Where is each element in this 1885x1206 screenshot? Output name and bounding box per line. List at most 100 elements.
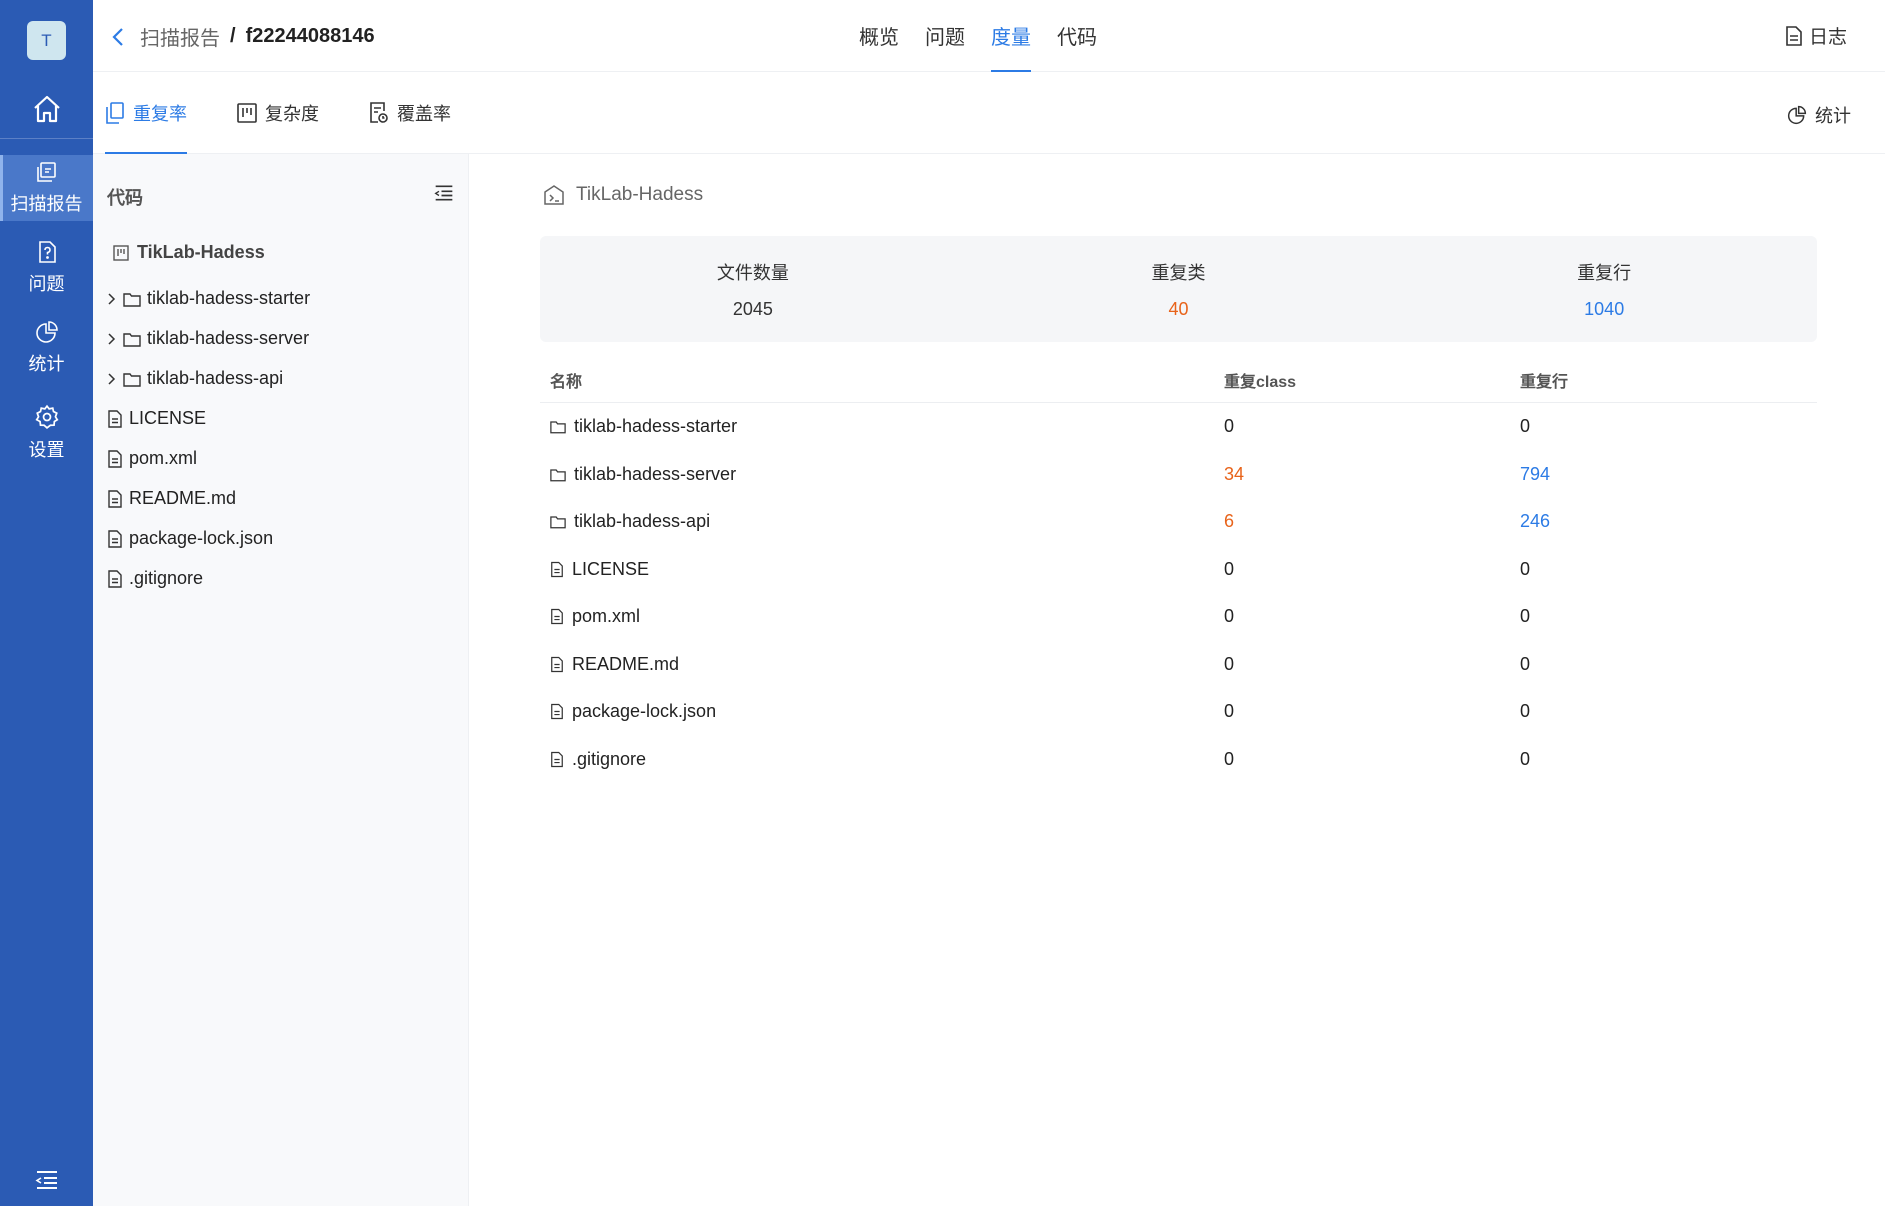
column-header-dup-class[interactable]: 重复class	[1224, 368, 1520, 392]
cell-dup-class: 0	[1224, 606, 1235, 627]
tree-item-folder[interactable]: tiklab-hadess-starter	[107, 288, 310, 309]
folder-icon	[550, 514, 566, 529]
row-name[interactable]: tiklab-hadess-server	[574, 464, 736, 485]
tree-item-file[interactable]: README.md	[107, 488, 236, 509]
tree-item-folder[interactable]: tiklab-hadess-server	[107, 328, 309, 349]
file-icon	[550, 656, 564, 673]
subtab-complexity[interactable]: 复杂度	[237, 72, 319, 154]
repo-path: TikLab-Hadess	[542, 183, 703, 207]
cell-name: tiklab-hadess-api	[540, 511, 1224, 532]
coverage-icon	[369, 102, 389, 124]
summary-value: 1040	[1584, 298, 1625, 319]
summary-label: 文件数量	[716, 262, 789, 283]
statistics-button[interactable]: 统计	[1787, 102, 1851, 128]
summary-card: 文件数量 2045 重复类 40 重复行 1040	[540, 236, 1817, 342]
log-label: 日志	[1808, 27, 1847, 48]
breadcrumb-current: f22244088146	[245, 25, 375, 47]
row-name[interactable]: LICENSE	[572, 559, 649, 580]
tree-item-file[interactable]: .gitignore	[107, 568, 203, 589]
folder-icon	[550, 467, 566, 482]
tree-item-file[interactable]: pom.xml	[107, 448, 197, 469]
file-icon	[550, 608, 564, 625]
top-tabs: 概览 问题 度量 代码	[859, 0, 1097, 72]
rail-item-label: 设置	[28, 440, 65, 460]
table-row[interactable]: LICENSE 0 0	[540, 546, 1817, 594]
tree-title: 代码	[107, 188, 143, 208]
tree-item-label: pom.xml	[129, 448, 198, 468]
avatar[interactable]: T	[27, 21, 66, 60]
menu-collapse-icon	[34, 1170, 59, 1190]
row-name[interactable]: .gitignore	[572, 749, 646, 770]
code-tree-panel: 代码 TikLab-Hadess tiklab-hadess-starter t…	[93, 154, 469, 1206]
column-header-dup-lines[interactable]: 重复行	[1520, 368, 1817, 392]
cell-name: pom.xml	[540, 606, 1224, 627]
rail-item-statistics[interactable]: 统计	[0, 315, 93, 381]
tab-issues[interactable]: 问题	[925, 0, 965, 72]
tab-metrics[interactable]: 度量	[991, 0, 1031, 72]
row-name[interactable]: pom.xml	[572, 606, 640, 627]
cell-name: README.md	[540, 654, 1224, 675]
cell-dup-lines: 0	[1520, 558, 1531, 579]
tree-item-file[interactable]: LICENSE	[107, 408, 206, 429]
rail-item-scan-report[interactable]: 扫描报告	[0, 155, 93, 221]
rail-item-label: 扫描报告	[10, 194, 83, 214]
pie-chart-icon	[35, 320, 59, 344]
table-row[interactable]: README.md 0 0	[540, 641, 1817, 689]
cell-name: LICENSE	[540, 559, 1224, 580]
collapse-tree-button[interactable]	[434, 184, 454, 202]
tree-item-folder[interactable]: tiklab-hadess-api	[107, 368, 283, 389]
main-content: TikLab-Hadess 文件数量 2045 重复类 40 重复行 1040 …	[470, 154, 1885, 1206]
home-button[interactable]	[0, 84, 93, 134]
row-name[interactable]: README.md	[572, 654, 679, 675]
table-row[interactable]: .gitignore 0 0	[540, 736, 1817, 784]
breadcrumb-parent[interactable]: 扫描报告	[140, 22, 220, 51]
table-header: 名称 重复class 重复行	[540, 358, 1817, 403]
tab-code[interactable]: 代码	[1057, 0, 1097, 72]
cell-dup-lines: 0	[1520, 416, 1531, 437]
tree-item-label: tiklab-hadess-server	[147, 328, 310, 348]
column-header-name[interactable]: 名称	[540, 368, 1224, 392]
repo-name: TikLab-Hadess	[576, 184, 704, 205]
summary-label: 重复类	[1151, 262, 1206, 283]
chevron-right-icon	[107, 332, 117, 346]
tree-root[interactable]: TikLab-Hadess	[113, 242, 265, 263]
top-header: 扫描报告 / f22244088146 概览 问题 度量 代码 日志	[93, 0, 1885, 72]
table-row[interactable]: package-lock.json 0 0	[540, 688, 1817, 736]
table-row[interactable]: tiklab-hadess-starter 0 0	[540, 403, 1817, 451]
table-body: tiklab-hadess-starter 0 0 tiklab-hadess-ser…	[540, 403, 1817, 783]
cell-dup-class: 34	[1224, 463, 1245, 484]
row-name[interactable]: tiklab-hadess-starter	[574, 416, 737, 437]
cell-dup-class: 0	[1224, 748, 1235, 769]
table-row[interactable]: tiklab-hadess-api 6 246	[540, 498, 1817, 546]
table-row[interactable]: tiklab-hadess-server 34 794	[540, 451, 1817, 499]
report-icon	[35, 160, 59, 184]
log-button[interactable]: 日志	[1785, 22, 1847, 49]
row-name[interactable]: tiklab-hadess-api	[574, 511, 710, 532]
cell-name: .gitignore	[540, 749, 1224, 770]
row-name[interactable]: package-lock.json	[572, 701, 716, 722]
tree-item-label: LICENSE	[129, 408, 207, 428]
summary-value: 40	[1168, 298, 1189, 319]
tree-item-file[interactable]: package-lock.json	[107, 528, 273, 549]
collapse-rail-button[interactable]	[0, 1163, 93, 1197]
chevron-right-icon	[107, 372, 117, 386]
rail-item-settings[interactable]: 设置	[0, 400, 93, 466]
subtab-label: 重复率	[133, 104, 187, 124]
subtab-label: 复杂度	[265, 104, 319, 124]
subtab-duplication[interactable]: 重复率	[105, 72, 187, 154]
cell-dup-lines: 246	[1520, 511, 1551, 532]
back-arrow-icon[interactable]	[108, 26, 130, 48]
subtab-coverage[interactable]: 覆盖率	[369, 72, 451, 154]
cell-dup-lines: 0	[1520, 748, 1531, 769]
file-icon	[107, 409, 123, 428]
statistics-label: 统计	[1815, 106, 1851, 126]
rail-item-label: 问题	[28, 274, 65, 294]
tree-item-label: tiklab-hadess-starter	[147, 288, 311, 308]
folder-icon	[123, 331, 141, 347]
rail-item-issues[interactable]: 问题	[0, 235, 93, 301]
table-row[interactable]: pom.xml 0 0	[540, 593, 1817, 641]
home-icon	[31, 93, 63, 125]
cell-name: tiklab-hadess-starter	[540, 416, 1224, 437]
document-icon	[1785, 25, 1803, 46]
tab-overview[interactable]: 概览	[859, 0, 899, 72]
